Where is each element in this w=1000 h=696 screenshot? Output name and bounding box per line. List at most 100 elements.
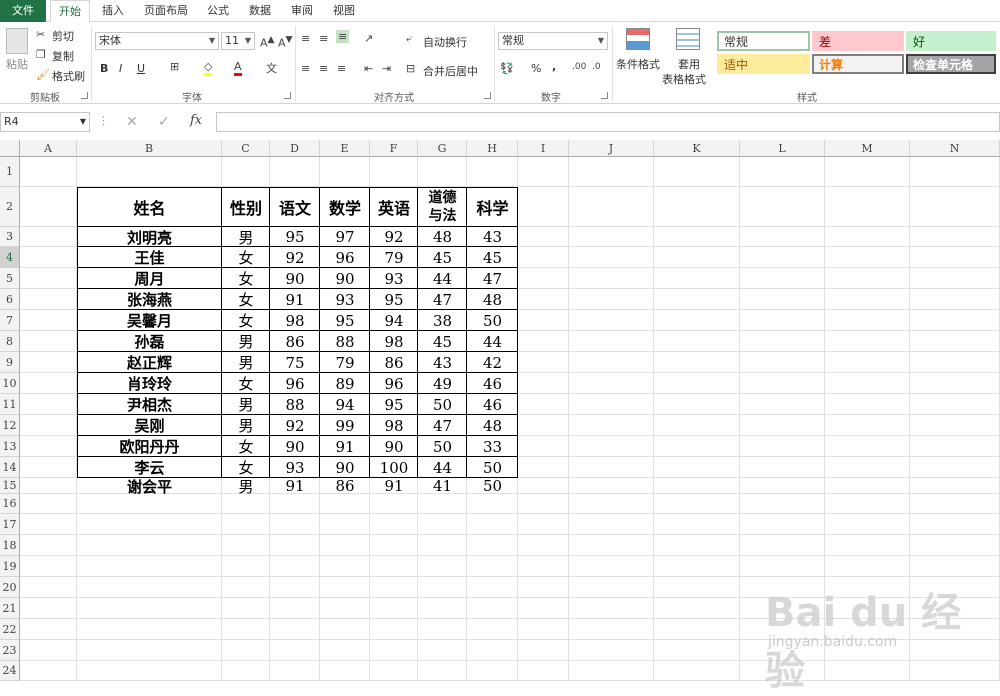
copy-button[interactable]: 复制 [52, 48, 74, 64]
tab-file[interactable]: 文件 [0, 0, 46, 22]
table-cell[interactable]: 50 [418, 436, 467, 457]
column-header-d[interactable]: D [270, 140, 320, 157]
fill-color-icon[interactable]: ◇ [204, 60, 213, 76]
row-header-23[interactable]: 23 [0, 640, 20, 661]
column-header-k[interactable]: K [654, 140, 740, 157]
table-cell[interactable]: 92 [370, 227, 418, 247]
currency-icon[interactable]: 💱 [500, 62, 514, 75]
table-cell[interactable]: 男 [222, 352, 270, 373]
table-cell[interactable]: 48 [467, 415, 518, 436]
row-header-22[interactable]: 22 [0, 619, 20, 640]
table-cell[interactable]: 94 [370, 310, 418, 331]
row-header-24[interactable]: 24 [0, 661, 20, 681]
table-cell[interactable]: 43 [418, 352, 467, 373]
column-header-a[interactable]: A [20, 140, 77, 157]
align-right-icon[interactable]: ≡ [337, 62, 346, 75]
shrink-font-icon[interactable]: A▼ [278, 34, 293, 50]
table-cell[interactable]: 91 [270, 289, 320, 310]
tab-home[interactable]: 开始 [50, 0, 90, 23]
align-center-icon[interactable]: ≡ [319, 62, 328, 75]
column-header-f[interactable]: F [370, 140, 418, 157]
table-header-cell[interactable]: 科学 [467, 187, 518, 227]
table-cell[interactable]: 谢会平 [77, 478, 222, 496]
font-size-select[interactable]: 11 ▼ [221, 32, 255, 50]
table-cell[interactable]: 96 [370, 373, 418, 394]
table-cell[interactable]: 33 [467, 436, 518, 457]
table-cell[interactable]: 98 [270, 310, 320, 331]
style-neutral[interactable]: 适中 [717, 54, 810, 74]
column-header-j[interactable]: J [569, 140, 654, 157]
table-cell[interactable]: 98 [370, 415, 418, 436]
format-painter-button[interactable]: 格式刷 [52, 68, 85, 84]
style-normal[interactable]: 常规 [717, 31, 810, 51]
table-cell[interactable]: 46 [467, 373, 518, 394]
align-middle-icon[interactable]: ≡ [319, 32, 328, 45]
table-cell[interactable]: 男 [222, 227, 270, 247]
table-cell[interactable]: 赵正辉 [77, 352, 222, 373]
table-header-cell[interactable]: 英语 [370, 187, 418, 227]
column-header-e[interactable]: E [320, 140, 370, 157]
row-header-17[interactable]: 17 [0, 514, 20, 535]
table-cell[interactable]: 41 [418, 477, 467, 495]
table-cell[interactable]: 吴馨月 [77, 310, 222, 331]
column-header-g[interactable]: G [418, 140, 467, 157]
table-cell[interactable]: 48 [418, 227, 467, 247]
column-header-i[interactable]: I [518, 140, 569, 157]
table-cell[interactable]: 98 [370, 331, 418, 352]
bold-button[interactable]: B [100, 62, 108, 75]
conditional-format-button[interactable]: 条件格式 [616, 56, 660, 72]
table-cell[interactable]: 86 [270, 331, 320, 352]
column-header-l[interactable]: L [740, 140, 825, 157]
number-launcher-icon[interactable] [601, 92, 608, 99]
table-cell[interactable]: 86 [370, 352, 418, 373]
table-cell[interactable]: 肖玲玲 [77, 373, 222, 394]
row-header-7[interactable]: 7 [0, 310, 20, 331]
font-name-select[interactable]: 宋体 ▼ [95, 32, 219, 50]
table-cell[interactable]: 刘明亮 [77, 227, 222, 247]
column-header-n[interactable]: N [910, 140, 1000, 157]
table-cell[interactable]: 94 [320, 394, 370, 415]
row-header-12[interactable]: 12 [0, 415, 20, 436]
table-cell[interactable]: 97 [320, 227, 370, 247]
table-cell[interactable]: 95 [370, 289, 418, 310]
table-cell[interactable]: 45 [418, 247, 467, 268]
row-header-9[interactable]: 9 [0, 352, 20, 373]
table-cell[interactable]: 75 [270, 352, 320, 373]
increase-decimal-icon[interactable]: .00 [572, 62, 586, 72]
table-cell[interactable]: 95 [320, 310, 370, 331]
table-cell[interactable]: 88 [270, 394, 320, 415]
underline-button[interactable]: U [137, 62, 145, 75]
align-top-icon[interactable]: ≡ [301, 32, 310, 45]
table-cell[interactable]: 93 [370, 268, 418, 289]
table-cell[interactable]: 86 [320, 477, 370, 495]
clipboard-launcher-icon[interactable] [81, 92, 88, 99]
table-cell[interactable]: 95 [270, 227, 320, 247]
table-cell[interactable]: 女 [222, 310, 270, 331]
align-bottom-icon[interactable]: ≡ [336, 30, 350, 43]
style-good[interactable]: 好 [906, 31, 996, 51]
tab-formulas[interactable]: 公式 [200, 0, 236, 22]
enter-icon[interactable]: ✓ [158, 114, 170, 130]
phonetic-icon[interactable]: 文 [266, 60, 277, 76]
table-cell[interactable]: 47 [418, 415, 467, 436]
row-header-5[interactable]: 5 [0, 268, 20, 289]
table-cell[interactable]: 男 [222, 415, 270, 436]
row-header-4[interactable]: 4 [0, 247, 20, 268]
font-color-icon[interactable]: A [234, 60, 242, 76]
row-header-11[interactable]: 11 [0, 394, 20, 415]
decrease-indent-icon[interactable]: ⇤ [364, 62, 373, 75]
wrap-text-button[interactable]: 自动换行 [423, 34, 467, 50]
orientation-icon[interactable]: ↗ [364, 32, 373, 45]
table-cell[interactable]: 96 [320, 247, 370, 268]
table-cell[interactable]: 46 [467, 394, 518, 415]
table-cell[interactable]: 周月 [77, 268, 222, 289]
cancel-icon[interactable]: ✕ [126, 114, 138, 130]
row-header-6[interactable]: 6 [0, 289, 20, 310]
align-left-icon[interactable]: ≡ [301, 62, 310, 75]
table-cell[interactable]: 79 [370, 247, 418, 268]
row-header-14[interactable]: 14 [0, 457, 20, 478]
tab-review[interactable]: 审阅 [284, 0, 320, 22]
table-cell[interactable]: 42 [467, 352, 518, 373]
table-cell[interactable]: 女 [222, 289, 270, 310]
style-check-cell[interactable]: 检查单元格 [906, 54, 996, 74]
